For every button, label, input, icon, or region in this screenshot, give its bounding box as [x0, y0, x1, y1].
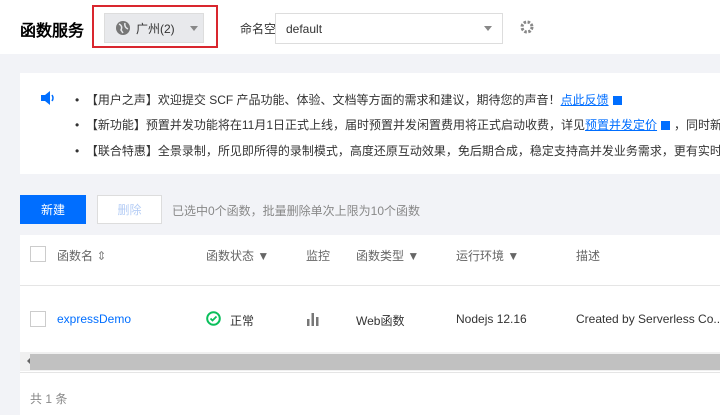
namespace-value: default	[286, 21, 323, 36]
delete-button[interactable]: 删除	[97, 195, 162, 224]
check-circle-icon	[206, 311, 221, 326]
status-text: 正常	[230, 314, 255, 328]
column-header-monitor: 监控	[306, 249, 331, 263]
chevron-down-icon	[484, 26, 492, 31]
new-button[interactable]: 新建	[20, 195, 86, 224]
feedback-link[interactable]: 点此反馈	[561, 93, 609, 107]
notice-item: • 【新功能】预置并发功能将在11月1日正式上线，届时预置并发闲置费用将正式启动…	[75, 118, 720, 132]
horizontal-scrollbar[interactable]	[20, 352, 720, 371]
pricing-link[interactable]: 预置并发定价	[585, 118, 657, 132]
notice-item: • 【用户之声】欢迎提交 SCF 产品功能、体验、文档等方面的需求和建议，期待您…	[75, 91, 626, 108]
scrollbar-thumb[interactable]	[30, 354, 720, 370]
bar-chart-icon[interactable]	[306, 312, 320, 326]
external-link-icon	[661, 121, 671, 131]
total-count: 共 1 条	[30, 392, 68, 406]
column-header-desc: 描述	[576, 249, 601, 263]
divider	[20, 372, 720, 373]
namespace-select[interactable]: default	[275, 13, 503, 44]
selection-hint: 已选中0个函数，批量删除单次上限为10个函数	[172, 204, 421, 218]
row-checkbox[interactable]	[30, 311, 46, 327]
external-link-icon	[612, 96, 622, 106]
highlight-box	[92, 5, 218, 48]
select-all-checkbox[interactable]	[30, 246, 46, 262]
gear-icon[interactable]	[519, 19, 535, 35]
speaker-icon	[41, 91, 54, 105]
page-title: 函数服务	[20, 23, 85, 40]
column-header-runtime[interactable]: 运行环境 ▼	[456, 247, 519, 264]
column-header-status[interactable]: 函数状态 ▼	[206, 247, 269, 264]
table-row: expressDemo 正常 Web函数 Nodejs 12.16 Create…	[20, 286, 720, 352]
notice-item: • 【联合特惠】全景录制，所见即所得的录制模式，高度还原互动效果，免后期合成，稳…	[75, 144, 720, 158]
function-type: Web函数	[356, 314, 405, 328]
description: Created by Serverless Co...	[576, 312, 720, 326]
column-header-name[interactable]: 函数名 ⇕	[57, 247, 106, 264]
function-name-link[interactable]: expressDemo	[57, 312, 131, 326]
runtime: Nodejs 12.16	[456, 312, 527, 326]
column-header-type[interactable]: 函数类型 ▼	[356, 247, 419, 264]
